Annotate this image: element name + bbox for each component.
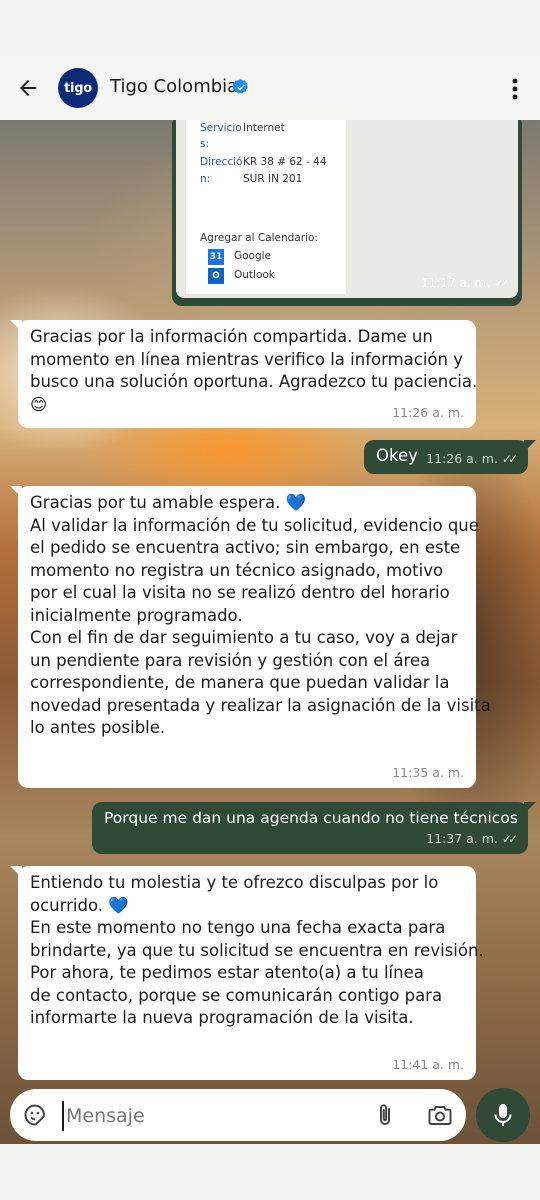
sticker-icon xyxy=(24,1104,45,1126)
message-line: brindarte, ya que tu solicitud se encuen… xyxy=(30,940,484,960)
back-button[interactable] xyxy=(10,70,46,106)
message-line: informarte la nueva programación de la v… xyxy=(30,1008,414,1027)
incoming-message[interactable]: Gracias por tu amable espera. 💙 Al valid… xyxy=(10,486,491,788)
double-check-icon: ✓✓ xyxy=(501,831,518,846)
calendar-label: Agregar al Calendario: xyxy=(200,232,318,244)
message-time: 11:35 a. m. xyxy=(392,764,464,780)
message-line: Gracias por la información compartida. D… xyxy=(30,327,433,346)
message-line: un pendiente para revisión y gestión con… xyxy=(30,650,431,670)
message-line: correspondiente, de manera que puedan va… xyxy=(30,673,450,692)
bubble-tail xyxy=(10,866,22,878)
chat-area[interactable]: Servicio Internet s: Direcció KR 38 # 62… xyxy=(0,120,540,1144)
outgoing-message[interactable]: Okey 11:26 a. m. ✓✓ xyxy=(364,440,536,474)
time-text: 11:26 a. m. xyxy=(426,450,498,466)
camera-icon xyxy=(428,1106,452,1125)
time-text: 11:37 a. m. xyxy=(426,830,498,846)
message-time: 11:26 a. m. xyxy=(392,404,464,420)
message-line: Por ahora, te pedimos estar atento(a) a … xyxy=(30,963,424,982)
arrow-left-icon xyxy=(20,80,36,96)
avatar[interactable]: tigo xyxy=(58,68,98,108)
message-time: 11:37 a. m. ✓✓ xyxy=(426,828,518,851)
service-key: Servicio xyxy=(200,122,242,134)
address-value: KR 38 # 62 - 44 xyxy=(243,156,327,168)
message-line: Con el fin de dar seguimiento a tu caso,… xyxy=(30,628,458,647)
message-time: 11:26 a. m. ✓✓ xyxy=(426,448,518,471)
paperclip-icon xyxy=(380,1104,390,1125)
message-line: ocurrido. 💙 xyxy=(30,895,129,915)
message-line: inicialmente programado. xyxy=(30,605,243,625)
google-link[interactable]: Google xyxy=(234,250,271,262)
message-line: momento en línea mientras verifico la in… xyxy=(30,349,463,369)
voice-record-button[interactable] xyxy=(476,1088,530,1142)
contact-name[interactable]: Tigo Colombia xyxy=(110,76,238,97)
attach-button[interactable] xyxy=(372,1102,398,1128)
incoming-message[interactable]: Gracias por la información compartida. D… xyxy=(10,320,478,428)
status-bar xyxy=(0,0,540,56)
message-line: Al validar la información de tu solicitu… xyxy=(30,515,479,535)
more-vert-icon xyxy=(512,78,518,100)
message-line: En este momento no tengo una fecha exact… xyxy=(30,918,446,937)
address-key: Direcció xyxy=(200,156,243,168)
message-line: el pedido se encuentra activo; sin embar… xyxy=(30,538,461,557)
message-line: lo antes posible. xyxy=(30,718,166,737)
bubble-tail xyxy=(10,320,22,332)
outlook-link[interactable]: Outlook xyxy=(234,269,275,281)
address-key-cont: n: xyxy=(200,173,211,185)
double-check-icon: ✓✓ xyxy=(493,276,510,290)
bubble-tail xyxy=(10,486,22,498)
message-line: busco una solución oportuna. Agradezco t… xyxy=(30,372,478,391)
address-value-cont: SUR IN 201 xyxy=(243,173,303,185)
message-line: por el cual la visita no se realizó dent… xyxy=(30,583,450,602)
outlook-icon: O xyxy=(208,268,224,284)
message-time: 11:41 a. m. xyxy=(392,1056,464,1072)
message-composer xyxy=(10,1089,466,1141)
bubble-tail xyxy=(524,440,536,452)
navigation-bar xyxy=(0,1144,540,1200)
email-preview-image[interactable]: Servicio Internet s: Direcció KR 38 # 62… xyxy=(176,120,518,298)
chat-header: tigo Tigo Colombia xyxy=(0,56,540,120)
message-line: Gracias por tu amable espera. 💙 xyxy=(30,493,307,512)
camera-button[interactable] xyxy=(426,1102,454,1128)
double-check-icon: ✓✓ xyxy=(501,451,518,466)
composer-bar xyxy=(0,1080,540,1144)
time-text: 11:17 a. m. xyxy=(421,276,490,290)
mic-icon xyxy=(494,1104,512,1126)
avatar-logo-text: tigo xyxy=(64,80,92,96)
google-calendar-icon: 31 xyxy=(208,249,224,265)
incoming-message[interactable]: Entiendo tu molestia y te ofrezco discul… xyxy=(10,866,484,1080)
service-value: Internet xyxy=(243,122,285,134)
email-sheet: Servicio Internet s: Direcció KR 38 # 62… xyxy=(186,120,346,294)
message-input[interactable] xyxy=(62,1101,368,1131)
message-line: de contacto, porque se comunicarán conti… xyxy=(30,985,443,1005)
message-line: momento no registra un técnico asignado,… xyxy=(30,560,444,580)
shared-media-message[interactable]: Servicio Internet s: Direcció KR 38 # 62… xyxy=(172,120,522,306)
message-line: Entiendo tu molestia y te ofrezco discul… xyxy=(30,873,439,892)
message-time: 11:17 a. m. ✓✓ xyxy=(421,276,510,290)
sticker-button[interactable] xyxy=(22,1102,48,1128)
bubble-tail xyxy=(524,802,536,814)
message-text: Porque me dan una agenda cuando no tiene… xyxy=(104,809,518,827)
message-line: novedad presentada y realizar la asignac… xyxy=(30,695,491,715)
verified-badge-icon xyxy=(232,79,248,94)
outgoing-message[interactable]: Porque me dan una agenda cuando no tiene… xyxy=(92,802,536,854)
more-options-button[interactable] xyxy=(500,72,530,106)
service-key-cont: s: xyxy=(200,138,210,150)
